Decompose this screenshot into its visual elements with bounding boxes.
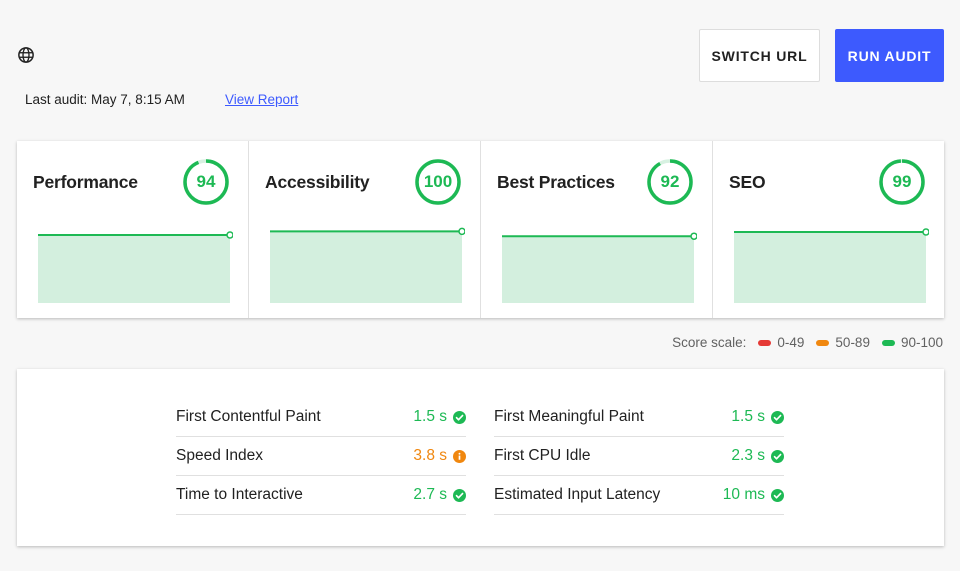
metric-row: First Contentful Paint 1.5 s	[176, 398, 466, 437]
trend-area	[502, 236, 694, 303]
metric-label: First Meaningful Paint	[494, 408, 644, 425]
scale-average-range: 50-89	[835, 335, 870, 350]
score-trend-chart	[270, 227, 465, 303]
check-icon	[771, 410, 784, 424]
scale-pass-range: 90-100	[900, 335, 943, 350]
metric-value: 3.8 s	[413, 447, 466, 465]
score-trend-chart	[734, 228, 929, 303]
trend-point	[690, 232, 697, 240]
score-card-best-practices[interactable]: Best Practices 92	[481, 141, 713, 318]
average-pill-icon	[816, 339, 830, 346]
score-card-accessibility[interactable]: Accessibility 100	[249, 141, 481, 318]
check-icon	[771, 488, 784, 502]
metric-value: 1.5 s	[413, 408, 466, 426]
metric-row: Estimated Input Latency 10 ms	[494, 476, 784, 515]
info-icon	[453, 449, 466, 463]
metric-value-text: 2.3 s	[731, 447, 765, 464]
check-icon	[771, 449, 784, 463]
trend-point	[922, 228, 929, 236]
check-icon	[453, 488, 466, 502]
view-report-link[interactable]: View Report	[225, 92, 298, 107]
score-trend-chart	[502, 232, 697, 303]
score-value: 99	[892, 172, 912, 191]
metric-row: Time to Interactive 2.7 s	[176, 476, 466, 515]
fail-pill-icon	[758, 339, 772, 346]
trend-point	[226, 231, 233, 239]
metric-value-text: 1.5 s	[731, 408, 765, 425]
metric-label: First Contentful Paint	[176, 408, 321, 425]
metric-value: 1.5 s	[731, 408, 784, 426]
metric-value-text: 10 ms	[722, 486, 765, 503]
metric-value: 2.7 s	[413, 486, 466, 504]
score-trend-chart	[38, 231, 233, 303]
score-value: 92	[660, 172, 680, 191]
metric-label: Estimated Input Latency	[494, 486, 661, 503]
trend-area	[734, 232, 926, 303]
metric-value-text: 1.5 s	[413, 408, 447, 425]
globe-icon	[18, 47, 34, 63]
trend-area	[270, 231, 462, 303]
last-audit-text: Last audit: May 7, 8:15 AM	[25, 92, 185, 107]
run-audit-button[interactable]: RUN AUDIT	[835, 29, 944, 82]
score-value: 94	[196, 172, 216, 191]
check-icon	[453, 410, 466, 424]
score-title: SEO	[729, 172, 766, 192]
metrics-column-left: First Contentful Paint 1.5 s Speed Index…	[176, 398, 466, 515]
metric-row: First CPU Idle 2.3 s	[494, 437, 784, 476]
metrics-panel: First Contentful Paint 1.5 s Speed Index…	[17, 369, 944, 546]
metric-row: First Meaningful Paint 1.5 s	[494, 398, 784, 437]
metrics-column-right: First Meaningful Paint 1.5 s First CPU I…	[494, 398, 784, 515]
switch-url-button[interactable]: SWITCH URL	[699, 29, 820, 82]
score-title: Accessibility	[265, 172, 370, 192]
metric-value-text: 3.8 s	[413, 447, 447, 464]
score-title: Performance	[33, 172, 138, 192]
score-title: Best Practices	[497, 172, 615, 192]
metric-value: 2.3 s	[731, 447, 784, 465]
score-card-seo[interactable]: SEO 99	[713, 141, 944, 318]
scale-fail-range: 0-49	[777, 335, 805, 350]
score-cards: Performance 94 Accessibility 100 Best Pr…	[17, 141, 944, 318]
score-scale-label: Score scale:	[672, 335, 747, 350]
score-scale-legend: Score scale: 0-49 50-89 90-100	[672, 335, 943, 350]
metric-label: First CPU Idle	[494, 447, 591, 464]
trend-area	[38, 235, 230, 303]
metric-label: Speed Index	[176, 447, 264, 464]
metric-row: Speed Index 3.8 s	[176, 437, 466, 476]
score-value: 100	[423, 172, 453, 191]
trend-point	[458, 227, 465, 236]
score-card-performance[interactable]: Performance 94	[17, 141, 249, 318]
pass-pill-icon	[881, 339, 895, 346]
metric-value-text: 2.7 s	[413, 486, 447, 503]
metric-label: Time to Interactive	[176, 486, 303, 503]
metric-value: 10 ms	[723, 486, 784, 504]
